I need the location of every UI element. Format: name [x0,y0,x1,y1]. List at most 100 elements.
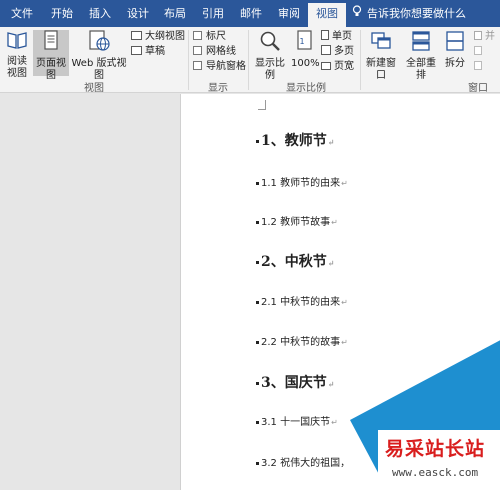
show-group-label: 显示 [208,83,228,94]
heading-1[interactable]: 3、国庆节↵ [256,372,334,392]
tab-mailings[interactable]: 邮件 [234,0,268,27]
group-divider [188,30,189,90]
paragraph-bullet [256,260,259,264]
tell-me-search[interactable]: 告诉我你想要做什么 [352,0,466,27]
paragraph-mark: ↵ [331,218,338,227]
tab-layout[interactable]: 布局 [158,0,192,27]
web-layout-button[interactable]: Web 版式视图 [70,30,128,81]
heading-text: 1、教师节 [261,133,327,149]
gridlines-checkbox[interactable]: 网格线 [193,45,236,59]
tab-design[interactable]: 设计 [120,0,156,27]
tell-me-label: 告诉我你想要做什么 [367,7,466,20]
book-icon [2,30,32,54]
arrange-all-button[interactable]: 全部重排 [402,30,440,81]
paragraph-bullet [256,381,259,385]
tab-insert[interactable]: 插入 [82,0,118,27]
new-window-icon [362,30,400,56]
paragraph-mark: ↵ [327,379,335,389]
tab-home[interactable]: 开始 [44,0,80,27]
ruler-checkbox[interactable]: 标尺 [193,30,226,44]
paragraph-bullet [256,220,259,224]
heading-2[interactable]: 1.1 教师节的由来↵ [256,174,348,189]
heading-2[interactable]: 1.2 教师节故事↵ [256,213,338,228]
tab-review[interactable]: 审阅 [272,0,306,27]
multi-page-icon [321,45,331,55]
paragraph-mark: ↵ [327,258,335,268]
group-divider [360,30,361,90]
side-by-side-button[interactable]: 并 [474,30,495,44]
tab-file[interactable]: 文件 [2,0,42,27]
paragraph-bullet [256,461,259,465]
zoom-100-label: 100% [291,58,320,69]
sync-scroll-button[interactable] [474,45,485,59]
group-divider [248,30,249,90]
multi-page-button[interactable]: 多页 [321,45,354,59]
draft-label: 草稿 [145,46,165,57]
heading-2[interactable]: 3.1 十一国庆节↵ [256,413,338,428]
one-page-icon [321,30,329,40]
split-button[interactable]: 拆分 [442,30,468,76]
arrange-all-label: 全部重排 [406,58,436,81]
heading-2[interactable]: 2.2 中秋节的故事↵ [256,333,348,348]
ruler-label: 标尺 [206,31,226,42]
gridlines-check[interactable] [193,46,202,55]
one-page-button[interactable]: 单页 [321,30,352,44]
heading-2[interactable]: 2.1 中秋节的由来↵ [256,293,348,308]
paragraph-mark: ↵ [327,137,335,147]
paragraph-mark: ↵ [341,179,348,188]
zoom-button[interactable]: 显示比例 [251,30,289,81]
split-label: 拆分 [445,58,465,69]
heading-text: 1.2 教师节故事 [261,217,331,228]
window-group-label: 窗口 [468,83,488,94]
page-width-icon [321,62,331,70]
page-icon [33,30,69,56]
draft-button[interactable]: 草稿 [131,45,165,59]
paragraph-mark: ↵ [341,298,348,307]
paragraph-bullet [256,139,259,143]
page-100-icon: 1 [291,30,319,56]
gridlines-label: 网格线 [206,46,236,57]
arrange-all-icon [402,30,440,56]
watermark-title: 易采站长站 [385,438,486,460]
paragraph-bullet [256,300,259,304]
nav-pane-checkbox[interactable]: 导航窗格 [193,60,246,74]
page-width-label: 页宽 [334,61,354,72]
zoom-100-button[interactable]: 1 100% [291,30,320,76]
paragraph-bullet [256,340,259,344]
magnifier-icon [251,30,289,56]
multi-page-label: 多页 [334,46,354,57]
split-icon [442,30,468,56]
tab-references[interactable]: 引用 [196,0,230,27]
one-page-label: 单页 [332,31,352,42]
read-mode-label: 阅读视图 [7,56,27,79]
heading-text: 2、中秋节 [261,254,327,270]
globe-page-icon [70,30,128,56]
paragraph-mark: ↵ [341,338,348,347]
page-width-button[interactable]: 页宽 [321,60,354,74]
zoom-label: 显示比例 [255,58,285,81]
read-mode-button[interactable]: 阅读视图 [2,30,32,79]
new-window-label: 新建窗口 [366,58,396,81]
paragraph-bullet [256,420,259,424]
heading-2[interactable]: 3.2 祝伟大的祖国， [256,454,350,469]
print-layout-label: 页面视图 [36,58,66,81]
nav-pane-check[interactable] [193,61,202,70]
tab-view[interactable]: 视图 [308,3,346,27]
new-window-button[interactable]: 新建窗口 [362,30,400,81]
sync-scroll-icon [474,46,482,55]
print-layout-button[interactable]: 页面视图 [33,30,69,81]
paragraph-mark: ↵ [331,418,338,427]
reset-position-button[interactable] [474,60,485,74]
heading-text: 3.1 十一国庆节 [261,417,331,428]
heading-text: 2.1 中秋节的由来 [261,297,341,308]
outline-button[interactable]: 大纲视图 [131,30,185,44]
paragraph-bullet [256,181,259,185]
svg-text:1: 1 [300,37,305,46]
side-by-side-icon [474,31,482,40]
ribbon-tab-bar: 文件 开始 插入 设计 布局 引用 邮件 审阅 视图 告诉我你想要做什么 [0,0,500,27]
ruler-check[interactable] [193,31,202,40]
heading-1[interactable]: 1、教师节↵ [256,130,334,150]
heading-1[interactable]: 2、中秋节↵ [256,251,334,271]
reset-position-icon [474,61,482,70]
views-group-label: 视图 [84,83,104,94]
